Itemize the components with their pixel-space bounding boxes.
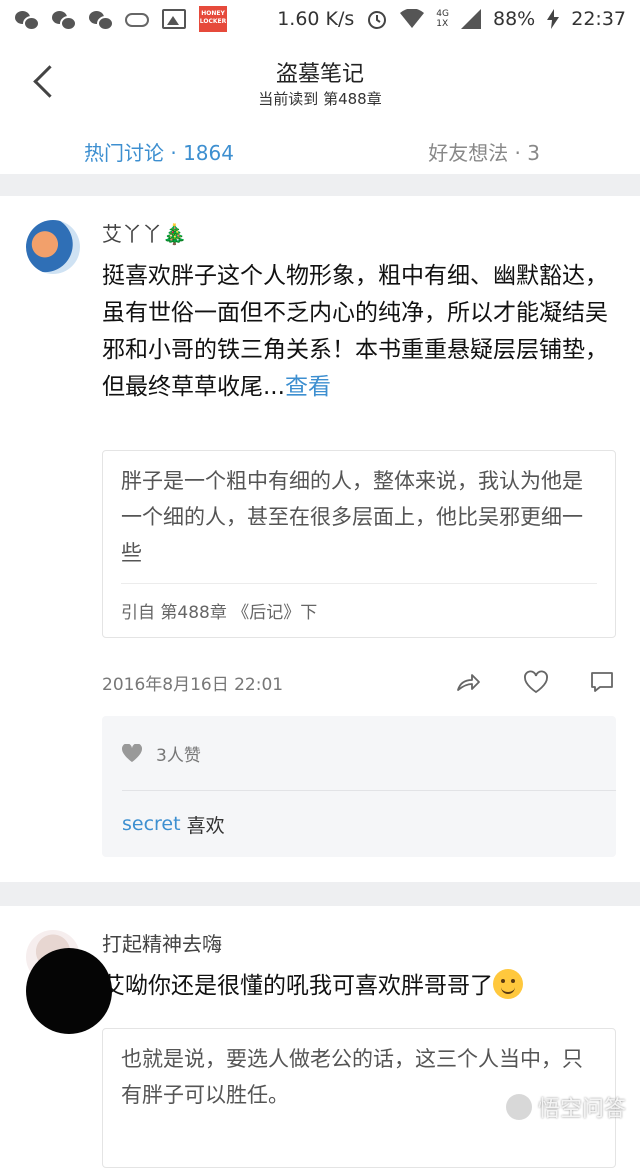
liked-label: 喜欢 (187, 811, 225, 838)
tab-hot-discussion[interactable]: 热门讨论 · 1864 (84, 137, 234, 166)
network-speed: 1.60 K/s (277, 8, 354, 30)
cloud-icon (125, 13, 149, 27)
wifi-icon (400, 9, 424, 29)
comment-meta: 2016年8月16日 22:01 (102, 668, 616, 698)
quote-text: 胖子是一个粗中有细的人，整体来说，我认为他是一个细的人，甚至在很多层面上，他比吴… (103, 451, 615, 571)
divider (0, 882, 640, 906)
signal-icon (461, 9, 481, 29)
like-icon[interactable] (522, 668, 550, 696)
likes-panel: 3人赞 secret 喜欢 (102, 716, 616, 857)
image-icon (162, 9, 186, 29)
likes-count: 3人赞 (156, 741, 201, 766)
wechat-icon (88, 8, 112, 30)
network-type: 4G 1X (436, 9, 449, 29)
reading-progress: 当前读到 第488章 (0, 88, 640, 109)
wukong-logo-icon (506, 1094, 532, 1120)
smile-emoji-icon (493, 969, 523, 999)
view-more-link[interactable]: 查看 (285, 374, 331, 400)
comment-username[interactable]: 打起精神去嗨 (102, 928, 222, 957)
notification-icons: HONEYLOCKER (14, 6, 227, 32)
quote-source: 引自 第488章 《后记》下 (121, 583, 597, 637)
comment-timestamp: 2016年8月16日 22:01 (102, 670, 283, 695)
battery-level: 88% (493, 8, 535, 30)
tree-emoji-icon: 🎄 (162, 222, 187, 246)
comment-card: 艾丫丫🎄 挺喜欢胖子这个人物形象，粗中有细、幽默豁达，虽有世俗一面但不乏内心的纯… (0, 196, 640, 882)
comment-username[interactable]: 艾丫丫🎄 (102, 218, 187, 247)
honey-app-icon: HONEYLOCKER (199, 6, 227, 32)
comment-body[interactable]: 艾呦你还是很懂的吼我可喜欢胖哥哥了 (102, 968, 614, 1005)
quote-box[interactable]: 胖子是一个粗中有细的人，整体来说，我认为他是一个细的人，甚至在很多层面上，他比吴… (102, 450, 616, 638)
liked-by-row: secret 喜欢 (102, 791, 616, 857)
share-icon[interactable] (454, 668, 482, 696)
comment-body[interactable]: 挺喜欢胖子这个人物形象，粗中有细、幽默豁达，虽有世俗一面但不乏内心的纯净，所以才… (102, 258, 614, 406)
clock: 22:37 (571, 8, 626, 30)
tab-friend-thoughts[interactable]: 好友想法 · 3 (428, 137, 540, 166)
status-bar: HONEYLOCKER 1.60 K/s 4G 1X 88% 22:37 (0, 0, 640, 38)
heart-icon (122, 744, 142, 762)
wechat-icon (51, 8, 75, 30)
page-title: 盗墓笔记 (0, 56, 640, 88)
reply-icon[interactable] (588, 668, 616, 696)
alarm-icon (366, 8, 388, 30)
likes-count-row[interactable]: 3人赞 (102, 716, 616, 790)
avatar[interactable] (26, 220, 80, 274)
discussion-tabs: 热门讨论 · 1864 好友想法 · 3 (0, 124, 640, 174)
liked-user-link[interactable]: secret (122, 813, 181, 835)
app-header: 盗墓笔记 当前读到 第488章 (0, 38, 640, 124)
wechat-icon (14, 8, 38, 30)
floating-overlay[interactable] (26, 948, 112, 1034)
divider (0, 174, 640, 196)
watermark: 悟空问答 (506, 1091, 626, 1123)
charging-icon (547, 9, 559, 29)
